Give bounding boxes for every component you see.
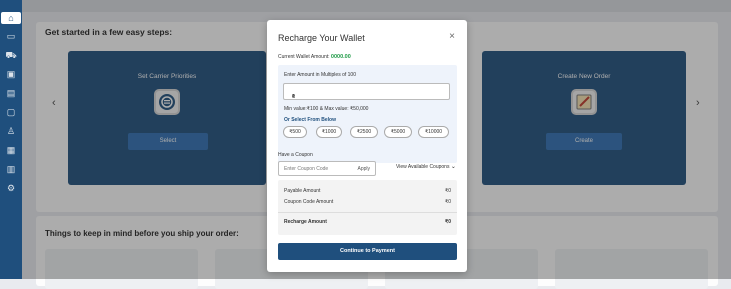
coupon-amount-label: Coupon Code Amount [284, 199, 334, 205]
amount-value: 0 [292, 94, 295, 100]
amount-summary: Payable Amount ₹0 Coupon Code Amount ₹0 … [278, 180, 457, 235]
balance-label: Current Wallet Amount: [278, 54, 330, 60]
amount-chip-2500[interactable]: ₹2500 [350, 126, 378, 138]
apply-button[interactable]: Apply [357, 166, 370, 172]
recharge-row: Recharge Amount ₹0 [284, 219, 451, 225]
home-icon[interactable]: ⌂ [1, 12, 21, 24]
recharge-wallet-modal: Recharge Your Wallet × Current Wallet Am… [267, 20, 467, 272]
close-icon[interactable]: × [449, 31, 455, 42]
coupon-placeholder: Enter Coupon Code [284, 166, 329, 172]
amount-input[interactable]: ₹ 0 [283, 83, 450, 100]
view-coupons-label: View Available Coupons [396, 164, 450, 170]
user-icon[interactable]: ♙ [5, 125, 17, 137]
coupon-amount-row: Coupon Code Amount ₹0 [284, 199, 451, 205]
payable-label: Payable Amount [284, 188, 321, 194]
calendar-icon[interactable]: ▦ [5, 144, 17, 156]
recharge-value: ₹0 [445, 219, 451, 225]
box-icon[interactable]: ▤ [5, 87, 17, 99]
inbox-icon[interactable]: ▣ [5, 68, 17, 80]
amount-label: Enter Amount in Multiples of 100 [284, 72, 356, 78]
continue-to-payment-button[interactable]: Continue to Payment [278, 243, 457, 260]
modal-title: Recharge Your Wallet [278, 33, 365, 43]
settings-icon[interactable]: ⚙ [5, 182, 17, 194]
payable-value: ₹0 [445, 188, 451, 194]
wallet-balance: Current Wallet Amount: 0000.00 [278, 54, 351, 60]
chevron-down-icon: ⌄ [450, 164, 456, 170]
coupon-amount-value: ₹0 [445, 199, 451, 205]
amount-chip-10000[interactable]: ₹10000 [418, 126, 449, 138]
package-icon[interactable]: ▢ [5, 106, 17, 118]
wallet-icon[interactable]: ▭ [5, 30, 17, 42]
balance-value: 0000.00 [330, 54, 351, 60]
truck-icon[interactable]: ⛟ [5, 49, 17, 61]
recharge-label: Recharge Amount [284, 219, 327, 225]
view-coupons-link[interactable]: View Available Coupons ⌄ [396, 163, 456, 170]
payable-row: Payable Amount ₹0 [284, 188, 451, 194]
amount-chip-500[interactable]: ₹500 [283, 126, 307, 138]
coupon-question: Have a Coupon [278, 152, 313, 158]
summary-divider [278, 212, 457, 213]
min-max-hint: Min value:₹100 & Max value: ₹50,000 [284, 106, 369, 112]
amount-chip-1000[interactable]: ₹1000 [316, 126, 342, 138]
select-below-label: Or Select From Below [284, 117, 336, 123]
amount-chip-5000[interactable]: ₹5000 [384, 126, 412, 138]
amount-panel: Enter Amount in Multiples of 100 ₹ 0 Min… [278, 65, 457, 163]
coupon-input[interactable]: Enter Coupon Code Apply [278, 161, 376, 176]
sidebar: ⌂ ▭ ⛟ ▣ ▤ ▢ ♙ ▦ ▥ ⚙ [0, 0, 22, 279]
document-icon[interactable]: ▥ [5, 163, 17, 175]
